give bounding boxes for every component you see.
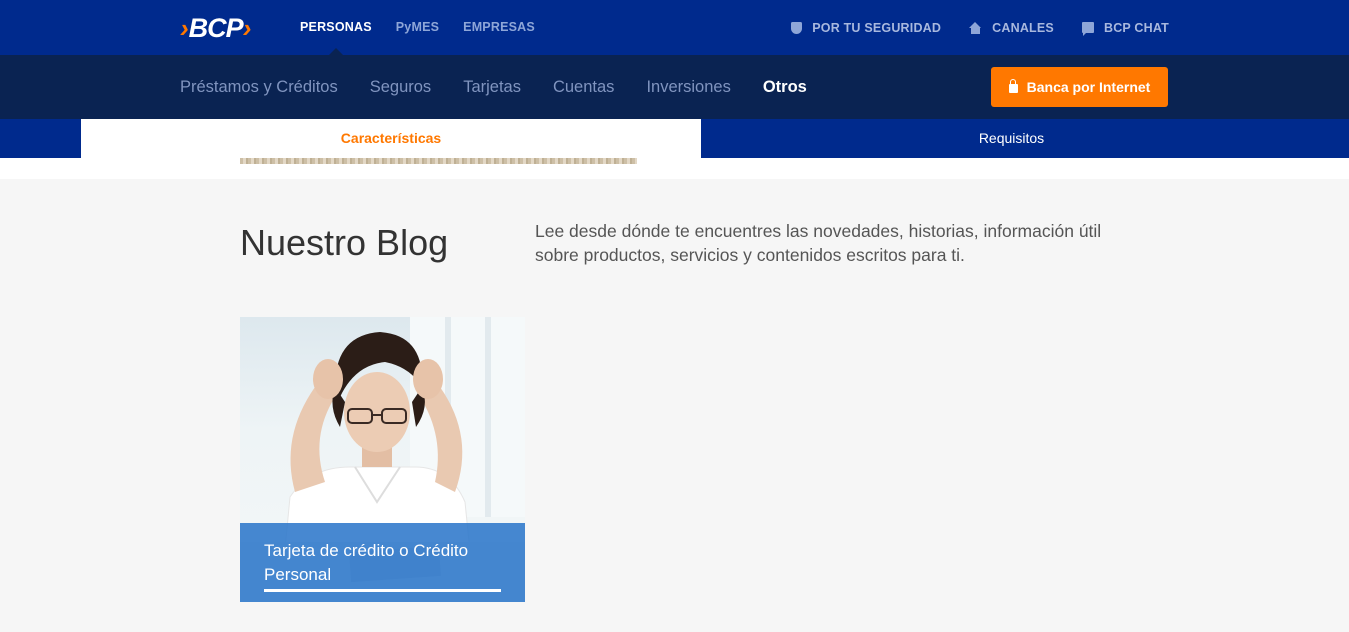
security-link[interactable]: POR TU SEGURIDAD — [791, 21, 941, 35]
channels-link[interactable]: CANALES — [969, 21, 1054, 35]
chat-icon — [1081, 22, 1094, 36]
chat-label: BCP CHAT — [1103, 20, 1169, 35]
logo-text: BCP — [188, 13, 244, 43]
tab-requisitos[interactable]: Requisitos — [701, 119, 1322, 158]
tabs-bar: Características Requisitos — [0, 119, 1349, 158]
blog-title: Nuestro Blog — [240, 222, 449, 263]
image-strip — [240, 158, 637, 164]
channels-label: CANALES — [992, 20, 1054, 35]
banca-por-internet-button[interactable]: Banca por Internet — [991, 67, 1168, 107]
chat-link[interactable]: BCP CHAT — [1081, 20, 1169, 36]
main-nav: Préstamos y Créditos Seguros Tarjetas Cu… — [0, 55, 1349, 119]
top-bar: › BCP › PERSONAS PyMES EMPRESAS POR TU S… — [0, 0, 1349, 55]
segment-pymes[interactable]: PyMES — [396, 0, 439, 55]
nav-inversiones[interactable]: Inversiones — [646, 55, 730, 119]
utility-links: POR TU SEGURIDAD CANALES BCP CHAT — [763, 0, 1169, 55]
blog-description: Lee desde dónde te encuentres las noveda… — [535, 221, 1102, 265]
blog-card-title[interactable]: Tarjeta de crédito o Crédito Personal — [264, 539, 509, 587]
blog-card-caption: Tarjeta de crédito o Crédito Personal — [240, 523, 525, 602]
banca-label: Banca por Internet — [1026, 79, 1151, 95]
shield-icon — [791, 21, 803, 34]
lock-icon — [1008, 79, 1018, 93]
tab-caracteristicas[interactable]: Características — [81, 119, 701, 158]
segment-nav: PERSONAS PyMES EMPRESAS — [300, 0, 559, 55]
home-icon — [969, 21, 982, 34]
blog-card[interactable]: Tarjeta de crédito o Crédito Personal — [240, 317, 525, 602]
nav-prestamos[interactable]: Préstamos y Créditos — [180, 55, 338, 119]
nav-cuentas[interactable]: Cuentas — [553, 55, 614, 119]
segment-personas[interactable]: PERSONAS — [300, 0, 372, 55]
nav-tarjetas[interactable]: Tarjetas — [463, 55, 521, 119]
logo-chevron-left-icon: › — [180, 13, 189, 43]
nav-seguros[interactable]: Seguros — [370, 55, 431, 119]
security-label: POR TU SEGURIDAD — [812, 20, 942, 35]
blog-card-underline — [264, 589, 501, 592]
bcp-logo[interactable]: › BCP › — [180, 13, 251, 43]
content-top-band — [0, 158, 1349, 179]
logo-chevron-right-icon: › — [242, 13, 252, 43]
segment-empresas[interactable]: EMPRESAS — [463, 0, 535, 55]
nav-otros[interactable]: Otros — [763, 55, 807, 119]
